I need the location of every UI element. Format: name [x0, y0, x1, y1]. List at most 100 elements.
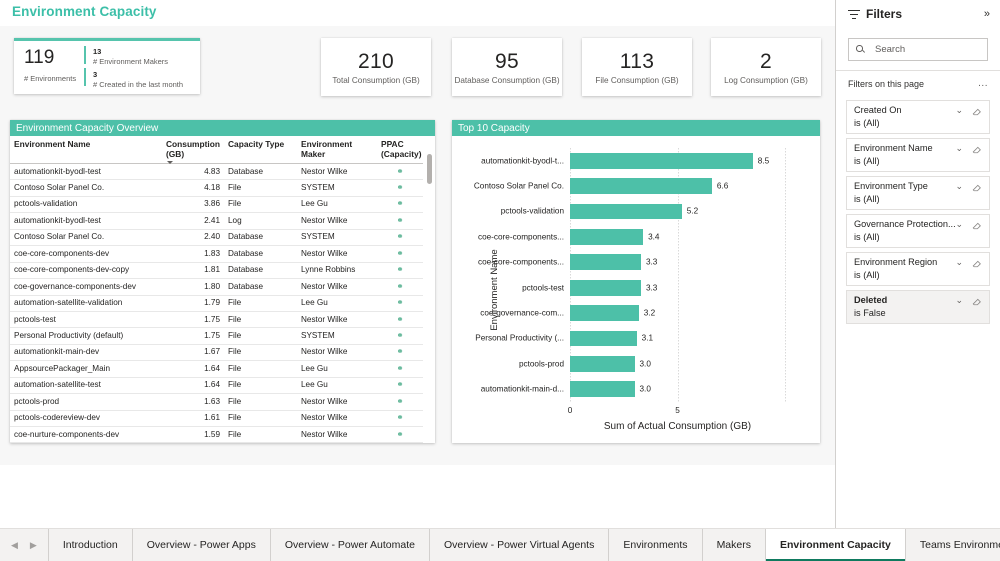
table-row[interactable]: Personal Productivity (default) 1.75 File S…	[10, 327, 423, 345]
cell-ppac-link[interactable]: ⚭	[377, 344, 423, 362]
link-icon[interactable]: ⚭	[396, 364, 403, 373]
clear-filter-icon[interactable]	[972, 106, 982, 116]
table-row[interactable]: coe-core-components-dev-copy 1.81 Database…	[10, 262, 423, 280]
kpi-card-total-consumption[interactable]: 210 Total Consumption (GB)	[321, 38, 431, 96]
link-icon[interactable]: ⚭	[396, 216, 403, 225]
table-row[interactable]: automation-satellite-validation 1.79 File L…	[10, 295, 423, 312]
column-header-environment-maker[interactable]: Environment Maker	[297, 136, 377, 164]
cell-ppac-link[interactable]: ⚭	[377, 311, 423, 329]
cell-ppac-link[interactable]: ⚭	[377, 229, 423, 247]
cell-ppac-link[interactable]: ⚭	[377, 212, 423, 230]
tab-introduction[interactable]: Introduction	[48, 529, 133, 561]
table-row[interactable]: automationkit-byodl-test 2.41 Log Nestor Wi…	[10, 212, 423, 230]
kpi-card-database-consumption[interactable]: 95 Database Consumption (GB)	[452, 38, 562, 96]
cell-ppac-link[interactable]: ⚭	[377, 278, 423, 296]
chart-bar[interactable]	[570, 152, 753, 169]
table-scroll-area[interactable]: Environment Name Consumption (GB) Capaci…	[10, 136, 435, 443]
column-header-consumption[interactable]: Consumption (GB)	[162, 136, 224, 164]
chevron-down-icon[interactable]: ⌄	[955, 257, 963, 268]
link-icon[interactable]: ⚭	[396, 282, 403, 291]
table-row[interactable]: coe-nurture-components-dev 1.59 File Nestor…	[10, 426, 423, 443]
cell-ppac-link[interactable]: ⚭	[377, 426, 423, 443]
table-row[interactable]: pctools-codereview-dev 1.61 File Nestor Wil…	[10, 410, 423, 428]
cell-ppac-link[interactable]: ⚭	[377, 410, 423, 428]
filter-card-environment-region[interactable]: Environment Region is (All) ⌄	[846, 252, 990, 286]
chevron-down-icon[interactable]: ⌄	[955, 219, 963, 230]
cell-ppac-link[interactable]: ⚭	[377, 163, 423, 181]
table-row[interactable]: Contoso Solar Panel Co. 4.18 File SYSTEM ⚭	[10, 179, 423, 197]
link-icon[interactable]: ⚭	[396, 265, 403, 274]
top-10-capacity-chart-visual[interactable]: Top 10 Capacity Environment Name automat…	[452, 120, 820, 443]
cell-ppac-link[interactable]: ⚭	[377, 179, 423, 197]
link-icon[interactable]: ⚭	[396, 397, 403, 406]
cell-ppac-link[interactable]: ⚭	[377, 295, 423, 312]
clear-filter-icon[interactable]	[972, 258, 982, 268]
table-row[interactable]: pctools-test 1.75 File Nestor Wilke ⚭	[10, 311, 423, 329]
chevron-down-icon[interactable]: ⌄	[955, 105, 963, 116]
table-scrollbar-thumb[interactable]	[427, 154, 432, 184]
filter-card-environment-name[interactable]: Environment Name is (All) ⌄	[846, 138, 990, 172]
table-row[interactable]: coe-core-components-dev 1.83 Database Nesto…	[10, 245, 423, 263]
tab-environment-capacity[interactable]: Environment Capacity	[766, 529, 906, 561]
chart-bar[interactable]	[570, 330, 637, 347]
link-icon[interactable]: ⚭	[396, 199, 403, 208]
kpi-card-file-consumption[interactable]: 113 File Consumption (GB)	[582, 38, 692, 96]
link-icon[interactable]: ⚭	[396, 167, 403, 176]
cell-ppac-link[interactable]: ⚭	[377, 245, 423, 263]
environments-multirow-card[interactable]: 119 # Environments 13 # Environment Make…	[14, 38, 200, 94]
table-row[interactable]: pctools-validation 3.86 File Lee Gu ⚭	[10, 196, 423, 214]
chart-bar[interactable]	[570, 203, 682, 220]
tab-environments[interactable]: Environments	[609, 529, 703, 561]
cell-ppac-link[interactable]: ⚭	[377, 360, 423, 378]
tab-makers[interactable]: Makers	[702, 529, 766, 561]
filters-more-options-button[interactable]: ...	[978, 78, 988, 89]
environment-capacity-table-visual[interactable]: Environment Capacity Overview Environmen…	[10, 120, 435, 443]
link-icon[interactable]: ⚭	[396, 413, 403, 422]
clear-filter-icon[interactable]	[972, 144, 982, 154]
chart-bar[interactable]	[570, 381, 635, 398]
chart-bar[interactable]	[570, 178, 712, 194]
chart-bar[interactable]	[570, 254, 641, 271]
table-row[interactable]: automation-satellite-test 1.64 File Lee Gu ⚭	[10, 377, 423, 395]
link-icon[interactable]: ⚭	[396, 315, 403, 324]
link-icon[interactable]: ⚭	[396, 232, 403, 241]
table-row[interactable]: Contoso Solar Panel Co. 2.40 Database SYSTE…	[10, 229, 423, 247]
link-icon[interactable]: ⚭	[396, 183, 403, 192]
column-header-environment-name[interactable]: Environment Name	[10, 136, 162, 164]
tab-overview-power-virtual-agents[interactable]: Overview - Power Virtual Agents	[429, 529, 610, 561]
table-row[interactable]: AppsourcePackager_Main 1.64 File Lee Gu ⚭	[10, 360, 423, 378]
link-icon[interactable]: ⚭	[396, 430, 403, 439]
chart-bar[interactable]	[570, 279, 641, 296]
link-icon[interactable]: ⚭	[396, 331, 403, 340]
kpi-card-log-consumption[interactable]: 2 Log Consumption (GB)	[711, 38, 821, 96]
chevron-right-icon[interactable]: ▶	[30, 540, 37, 551]
cell-ppac-link[interactable]: ⚭	[377, 196, 423, 214]
chevron-down-icon[interactable]: ⌄	[955, 295, 963, 306]
tab-overview-power-apps[interactable]: Overview - Power Apps	[132, 529, 271, 561]
cell-ppac-link[interactable]: ⚭	[377, 262, 423, 280]
cell-ppac-link[interactable]: ⚭	[377, 377, 423, 395]
clear-filter-icon[interactable]	[972, 220, 982, 230]
link-icon[interactable]: ⚭	[396, 249, 403, 258]
link-icon[interactable]: ⚭	[396, 347, 403, 356]
table-row[interactable]: automationkit-byodl-test 4.83 Database Nest…	[10, 163, 423, 181]
chevron-double-right-icon[interactable]: »	[984, 9, 990, 20]
chart-bar[interactable]	[570, 229, 644, 245]
link-icon[interactable]: ⚭	[396, 298, 403, 307]
chevron-down-icon[interactable]: ⌄	[955, 143, 963, 154]
chevron-left-icon[interactable]: ◀	[11, 540, 18, 551]
table-row[interactable]: pctools-prod 1.63 File Nestor Wilke ⚭	[10, 393, 423, 411]
filter-card-deleted[interactable]: Deleted is False ⌄	[846, 290, 990, 324]
cell-ppac-link[interactable]: ⚭	[377, 327, 423, 345]
chevron-down-icon[interactable]: ⌄	[955, 181, 963, 192]
chart-bar[interactable]	[570, 305, 639, 321]
tab-overview-power-automate[interactable]: Overview - Power Automate	[270, 529, 430, 561]
chart-bar[interactable]	[570, 356, 635, 372]
filter-card-environment-type[interactable]: Environment Type is (All) ⌄	[846, 176, 990, 210]
column-header-ppac-capacity[interactable]: PPAC (Capacity)	[377, 136, 423, 164]
table-row[interactable]: automationkit-main-dev 1.67 File Nestor Wil…	[10, 344, 423, 362]
tab-teams-environments[interactable]: Teams Environments	[905, 529, 1000, 561]
cell-ppac-link[interactable]: ⚭	[377, 393, 423, 411]
clear-filter-icon[interactable]	[972, 296, 982, 306]
filter-card-created-on[interactable]: Created On is (All) ⌄	[846, 100, 990, 134]
